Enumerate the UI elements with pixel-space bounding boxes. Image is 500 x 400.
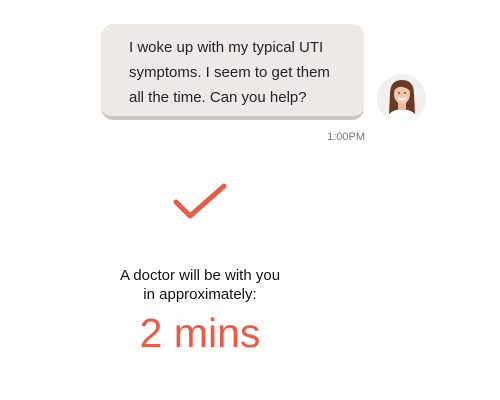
wait-message: A doctor will be with you in approximate… bbox=[80, 266, 320, 304]
avatar-photo-icon bbox=[377, 74, 426, 123]
wait-time: 2 mins bbox=[139, 310, 261, 356]
wait-message-line-1: A doctor will be with you bbox=[119, 267, 281, 284]
wait-message-line-2: in approximately: bbox=[143, 286, 257, 303]
chat-screen: I woke up with my typical UTI symptoms. … bbox=[0, 0, 500, 400]
checkmark-icon bbox=[173, 183, 227, 219]
chat-message-bubble: I woke up with my typical UTI symptoms. … bbox=[101, 24, 364, 120]
user-avatar bbox=[377, 74, 426, 123]
message-timestamp: 1:00PM bbox=[327, 131, 365, 143]
chat-message-text: I woke up with my typical UTI symptoms. … bbox=[129, 39, 330, 106]
